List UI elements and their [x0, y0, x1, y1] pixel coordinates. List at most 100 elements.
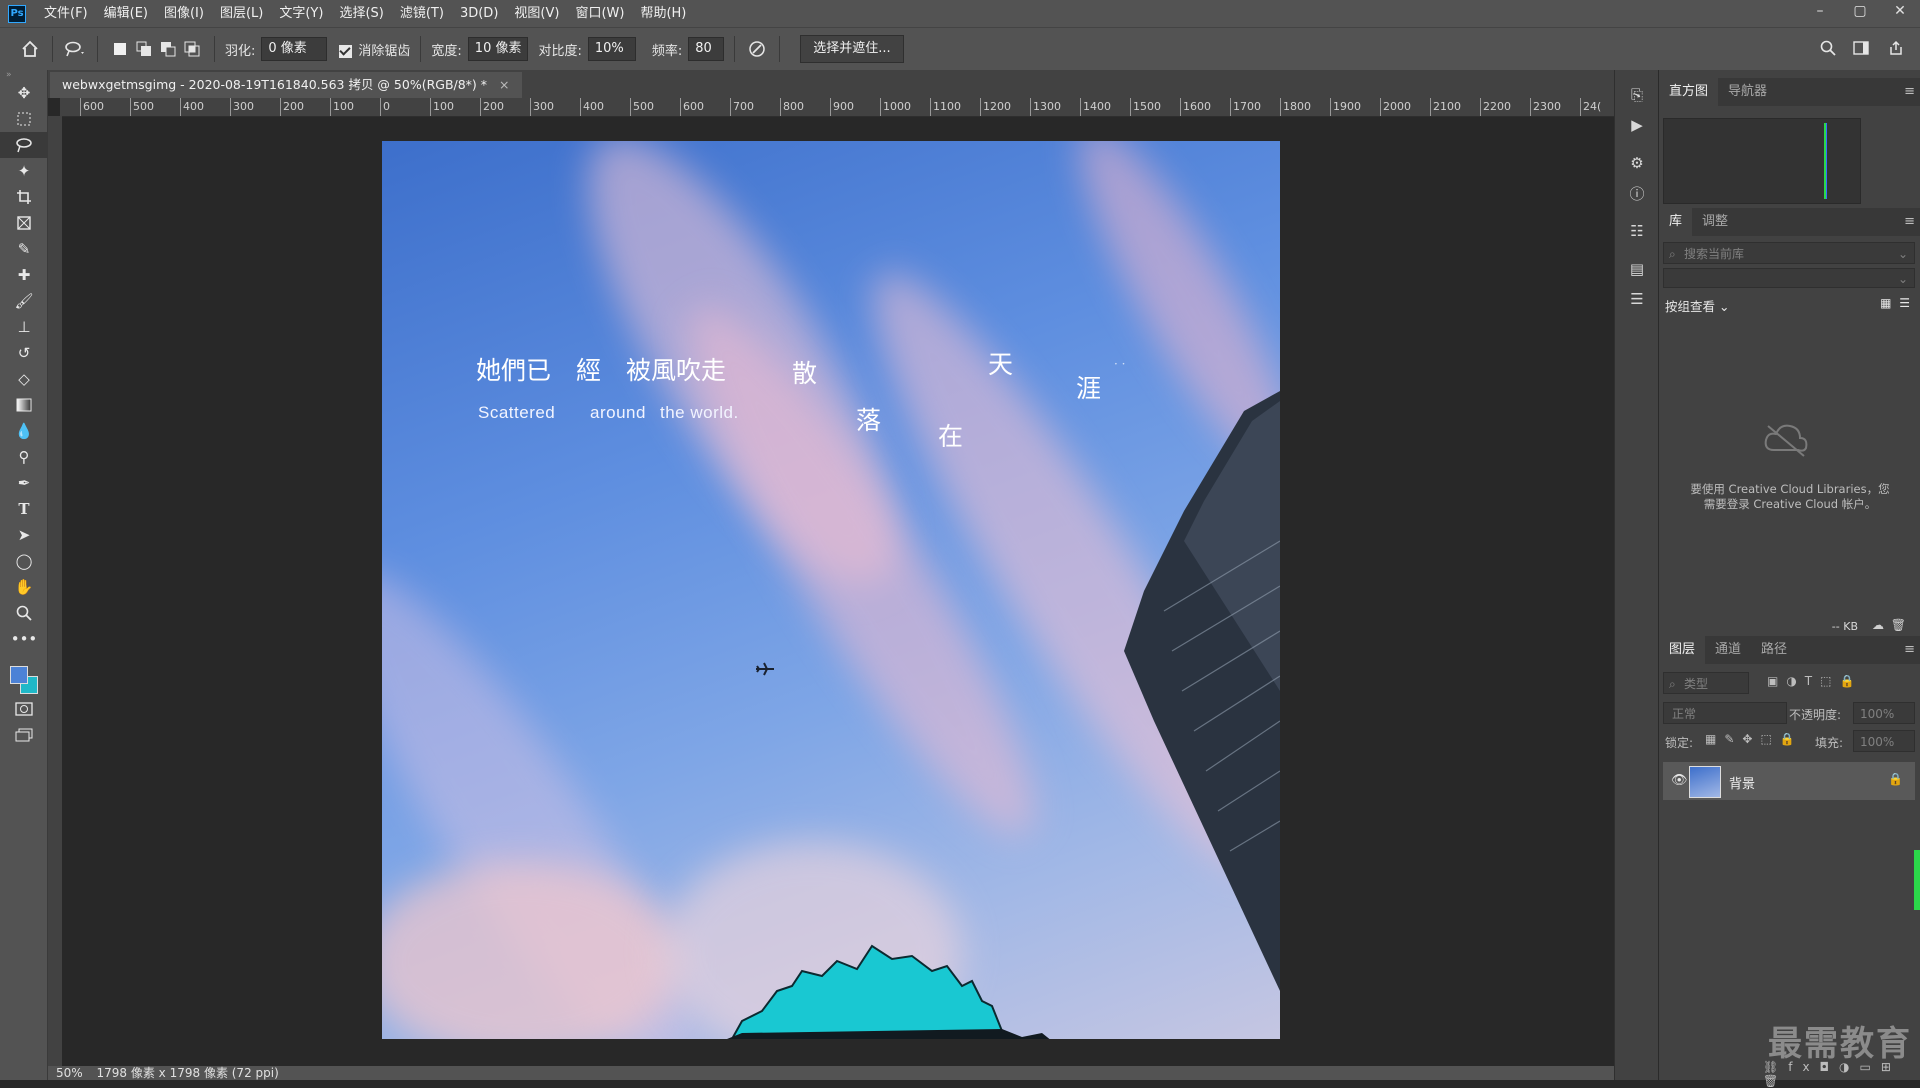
- tab-navigator[interactable]: 导航器: [1718, 78, 1777, 106]
- library-select[interactable]: ⌄: [1663, 268, 1915, 288]
- zoom-level[interactable]: 50%: [56, 1066, 83, 1080]
- menu-3d[interactable]: 3D(D): [452, 0, 506, 27]
- tab-paths[interactable]: 路径: [1751, 636, 1797, 664]
- menu-file[interactable]: 文件(F): [36, 0, 96, 27]
- menu-help[interactable]: 帮助(H): [632, 0, 694, 27]
- foreground-color-swatch[interactable]: [10, 666, 28, 684]
- antialias-checkbox[interactable]: 消除锯齿: [339, 40, 410, 59]
- library-menu-icon[interactable]: ≡: [1904, 214, 1915, 229]
- menu-window[interactable]: 窗口(W): [567, 0, 632, 27]
- menu-edit[interactable]: 编辑(E): [96, 0, 156, 27]
- minimize-button[interactable]: –: [1800, 0, 1840, 22]
- zoom-tool-icon[interactable]: [0, 600, 48, 626]
- clone-stamp-tool-icon[interactable]: ⊥: [0, 314, 48, 340]
- library-search-field[interactable]: ⌕ 搜索当前库 ⌄: [1663, 242, 1915, 264]
- brush-tool-icon[interactable]: 🖌: [0, 288, 48, 314]
- width-input[interactable]: 10 像素: [467, 37, 529, 61]
- paragraph-panel-icon[interactable]: ☰: [1615, 284, 1659, 314]
- select-and-mask-button[interactable]: 选择并遮住...: [800, 35, 904, 63]
- gradient-tool-icon[interactable]: [0, 392, 48, 418]
- tab-layers[interactable]: 图层: [1659, 636, 1706, 664]
- scroll-indicator[interactable]: [1914, 850, 1920, 910]
- lasso-tool-preset-icon[interactable]: [63, 37, 87, 61]
- ruler-label: 2200: [1483, 100, 1511, 113]
- menu-layer[interactable]: 图层(L): [212, 0, 271, 27]
- eraser-tool-icon[interactable]: ◇: [0, 366, 48, 392]
- pen-pressure-icon[interactable]: [745, 37, 769, 61]
- color-swatches[interactable]: [0, 652, 47, 696]
- path-selection-tool-icon[interactable]: ➤: [0, 522, 48, 548]
- blend-mode-dropdown[interactable]: 正常: [1663, 702, 1787, 724]
- fill-input[interactable]: 100%: [1853, 730, 1915, 752]
- library-view-toggles: ▦ ☰: [1880, 296, 1910, 310]
- subtract-from-selection-icon[interactable]: [156, 37, 180, 61]
- panel-menu-icon[interactable]: ≡: [1904, 84, 1915, 99]
- menu-view[interactable]: 视图(V): [506, 0, 567, 27]
- frequency-input[interactable]: 80: [688, 37, 725, 61]
- blur-tool-icon[interactable]: 💧: [0, 418, 48, 444]
- maximize-button[interactable]: ▢: [1840, 0, 1880, 22]
- healing-brush-tool-icon[interactable]: ✚: [0, 262, 48, 288]
- tab-libraries[interactable]: 库: [1659, 208, 1693, 236]
- add-to-selection-icon[interactable]: [132, 37, 156, 61]
- pen-tool-icon[interactable]: ✒: [0, 470, 48, 496]
- ruler-left[interactable]: [48, 116, 63, 1066]
- move-tool-icon[interactable]: ✥: [0, 80, 48, 106]
- feather-input[interactable]: 0 像素: [261, 37, 328, 61]
- properties-icon[interactable]: ⚙: [1615, 148, 1659, 178]
- history-brush-tool-icon[interactable]: ↺: [0, 340, 48, 366]
- frame-tool-icon[interactable]: [0, 210, 48, 236]
- cloud-sync-icon[interactable]: ☁: [1872, 618, 1884, 632]
- layers-menu-icon[interactable]: ≡: [1904, 642, 1915, 657]
- menu-type[interactable]: 文字(Y): [271, 0, 331, 27]
- swatches-icon[interactable]: ▤: [1615, 254, 1659, 284]
- watermark-text: 最需教育: [1768, 1024, 1912, 1064]
- marquee-tool-icon[interactable]: [0, 106, 48, 132]
- search-icon[interactable]: [1816, 36, 1840, 60]
- eyedropper-tool-icon[interactable]: ✎: [0, 236, 48, 262]
- lock-icons[interactable]: ▦✎✥⬚🔒: [1705, 732, 1803, 746]
- crop-tool-icon[interactable]: [0, 184, 48, 210]
- magnetic-lasso-tool-icon[interactable]: [0, 132, 48, 158]
- menu-filter[interactable]: 滤镜(T): [392, 0, 452, 27]
- workspace-icon[interactable]: [1850, 36, 1874, 60]
- expand-toolbar-icon[interactable]: »: [0, 70, 47, 80]
- group-view-dropdown[interactable]: 按组查看 ⌄: [1665, 296, 1729, 315]
- tab-adjustments[interactable]: 调整: [1692, 208, 1738, 236]
- info-icon[interactable]: ⓘ: [1615, 178, 1659, 208]
- home-icon[interactable]: [18, 37, 42, 61]
- layer-row-background[interactable]: 👁 背景 🔒: [1663, 762, 1915, 800]
- close-window-button[interactable]: ✕: [1880, 0, 1920, 22]
- type-tool-icon[interactable]: T: [0, 496, 48, 522]
- trash-icon[interactable]: 🗑: [1891, 618, 1906, 632]
- character-panel-icon[interactable]: ☷: [1615, 216, 1659, 246]
- tab-histogram[interactable]: 直方图: [1659, 78, 1719, 106]
- hand-tool-icon[interactable]: ✋: [0, 574, 48, 600]
- ellipse-tool-icon[interactable]: ◯: [0, 548, 48, 574]
- dodge-tool-icon[interactable]: ⚲: [0, 444, 48, 470]
- close-tab-icon[interactable]: ×: [499, 77, 509, 92]
- artwork-canvas[interactable]: 她們已 經 被風吹走 Scattered around the world. 散…: [382, 141, 1280, 1039]
- menu-select[interactable]: 选择(S): [331, 0, 391, 27]
- quick-mask-icon[interactable]: [0, 696, 48, 722]
- screen-mode-icon[interactable]: [0, 722, 48, 748]
- more-tools-icon[interactable]: •••: [0, 626, 48, 652]
- tab-channels[interactable]: 通道: [1705, 636, 1751, 664]
- grid-view-icon[interactable]: ▦: [1880, 296, 1891, 310]
- magic-wand-tool-icon[interactable]: ✦: [0, 158, 48, 184]
- layer-filter-icons[interactable]: ▣◑T⬚🔒: [1767, 674, 1862, 688]
- layer-filter-dropdown[interactable]: ⌕ 类型: [1663, 672, 1749, 694]
- eye-icon[interactable]: 👁: [1671, 773, 1688, 788]
- share-icon[interactable]: [1884, 36, 1908, 60]
- opacity-input[interactable]: 100%: [1853, 702, 1915, 724]
- document-info[interactable]: 1798 像素 x 1798 像素 (72 ppi): [97, 1066, 279, 1080]
- actions-play-icon[interactable]: ▶: [1615, 110, 1659, 140]
- contrast-input[interactable]: 10%: [587, 37, 636, 61]
- history-icon[interactable]: ⎘: [1615, 80, 1659, 110]
- list-view-icon[interactable]: ☰: [1899, 296, 1910, 310]
- document-tab[interactable]: webwxgetmsgimg - 2020-08-19T161840.563 拷…: [50, 72, 522, 98]
- new-selection-icon[interactable]: [108, 37, 132, 61]
- intersect-selection-icon[interactable]: [180, 37, 204, 61]
- menu-image[interactable]: 图像(I): [156, 0, 212, 27]
- ruler-top[interactable]: 600 500 400 300 200 100 0 100 200 300 400 500 600 700…: [60, 98, 1614, 117]
